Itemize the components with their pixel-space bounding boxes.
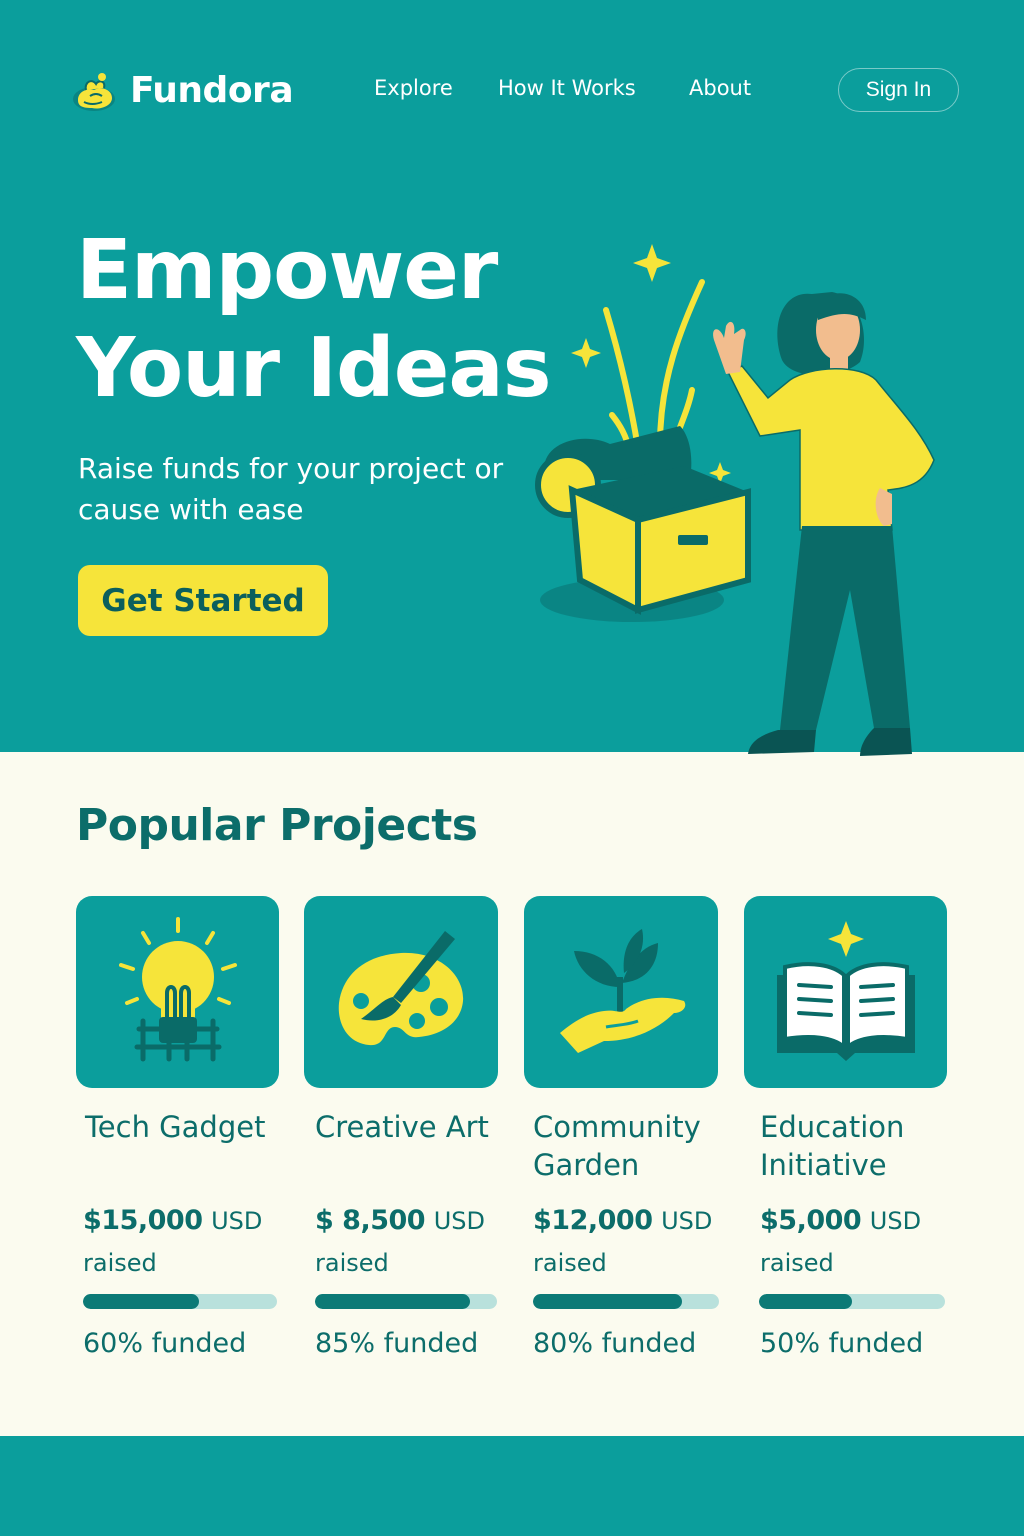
amount-value: $ 8,500	[315, 1205, 426, 1236]
get-started-button[interactable]: Get Started	[78, 565, 328, 636]
open-book-icon	[776, 921, 915, 1061]
project-thumbnail	[304, 896, 498, 1088]
fundora-logo-icon	[73, 73, 115, 111]
project-thumbnail	[76, 896, 279, 1088]
project-amount: $5,000 USD raised	[760, 1200, 980, 1284]
funding-progress-bar	[759, 1294, 945, 1309]
amount-value: $15,000	[83, 1205, 203, 1236]
amount-currency: USD	[211, 1207, 263, 1235]
funding-progress-bar	[533, 1294, 719, 1309]
raised-label: raised	[760, 1249, 834, 1277]
project-card-education-initiative[interactable]: Education Initiative $5,000 USD raised 5…	[744, 896, 947, 1359]
amount-currency: USD	[433, 1207, 485, 1235]
raised-label: raised	[533, 1249, 607, 1277]
raised-label: raised	[315, 1249, 389, 1277]
top-nav: Fundora Explore How It Works About Sign …	[0, 0, 1024, 180]
hero-title-line-2: Your Ideas	[76, 321, 552, 416]
project-thumbnail	[524, 896, 718, 1088]
project-title: Education Initiative	[760, 1110, 905, 1182]
brand-logo[interactable]: Fundora	[72, 66, 294, 118]
lightbulb-icon	[118, 917, 237, 1062]
treasure-chest-icon	[535, 426, 751, 622]
hero-subtitle: Raise funds for your project or cause wi…	[78, 452, 504, 526]
amount-currency: USD	[661, 1207, 713, 1235]
project-title: Creative Art	[315, 1110, 489, 1144]
project-amount: $15,000 USD raised	[83, 1200, 303, 1284]
nav-link-about[interactable]: About	[689, 76, 751, 100]
funded-percent: 60% funded	[83, 1328, 247, 1359]
footer-bar	[0, 1436, 1024, 1536]
project-amount: $12,000 USD raised	[533, 1200, 753, 1284]
project-card-creative-art[interactable]: Creative Art $ 8,500 USD raised 85% fund…	[304, 896, 498, 1359]
nav-link-explore[interactable]: Explore	[374, 76, 453, 100]
project-title: Community Garden	[533, 1110, 701, 1182]
plant-in-hand-icon	[560, 929, 686, 1053]
funded-percent: 85% funded	[315, 1328, 479, 1359]
burst-lines	[603, 279, 705, 458]
funding-progress-bar	[315, 1294, 497, 1309]
funding-progress-fill	[759, 1294, 852, 1309]
popular-projects-heading: Popular Projects	[76, 800, 478, 851]
project-title: Tech Gadget	[85, 1110, 266, 1144]
amount-value: $12,000	[533, 1205, 653, 1236]
funded-percent: 50% funded	[760, 1328, 924, 1359]
sparkle-icon	[827, 921, 864, 957]
funded-percent: 80% funded	[533, 1328, 697, 1359]
project-card-community-garden[interactable]: Community Garden $12,000 USD raised 80% …	[524, 896, 719, 1359]
sign-in-button[interactable]: Sign In	[838, 68, 959, 112]
hero-title-line-1: Empower	[76, 223, 498, 318]
project-amount: $ 8,500 USD raised	[315, 1200, 535, 1284]
funding-progress-fill	[315, 1294, 470, 1309]
amount-currency: USD	[869, 1207, 922, 1235]
funding-progress-bar	[83, 1294, 277, 1309]
hero-title: Empower Your Ideas	[76, 222, 556, 418]
brand-name: Fundora	[130, 70, 294, 111]
palette-icon	[338, 931, 464, 1046]
funding-progress-fill	[83, 1294, 200, 1309]
raised-label: raised	[83, 1249, 157, 1277]
hero-illustration	[535, 244, 935, 756]
nav-link-how-it-works[interactable]: How It Works	[498, 76, 636, 100]
hero-section: Fundora Explore How It Works About Sign …	[0, 0, 1024, 756]
project-thumbnail	[744, 896, 947, 1088]
project-card-tech-gadget[interactable]: Tech Gadget $15,000 USD raised 60% funde…	[76, 896, 279, 1359]
amount-value: $5,000	[760, 1205, 862, 1236]
funding-progress-fill	[533, 1294, 682, 1309]
